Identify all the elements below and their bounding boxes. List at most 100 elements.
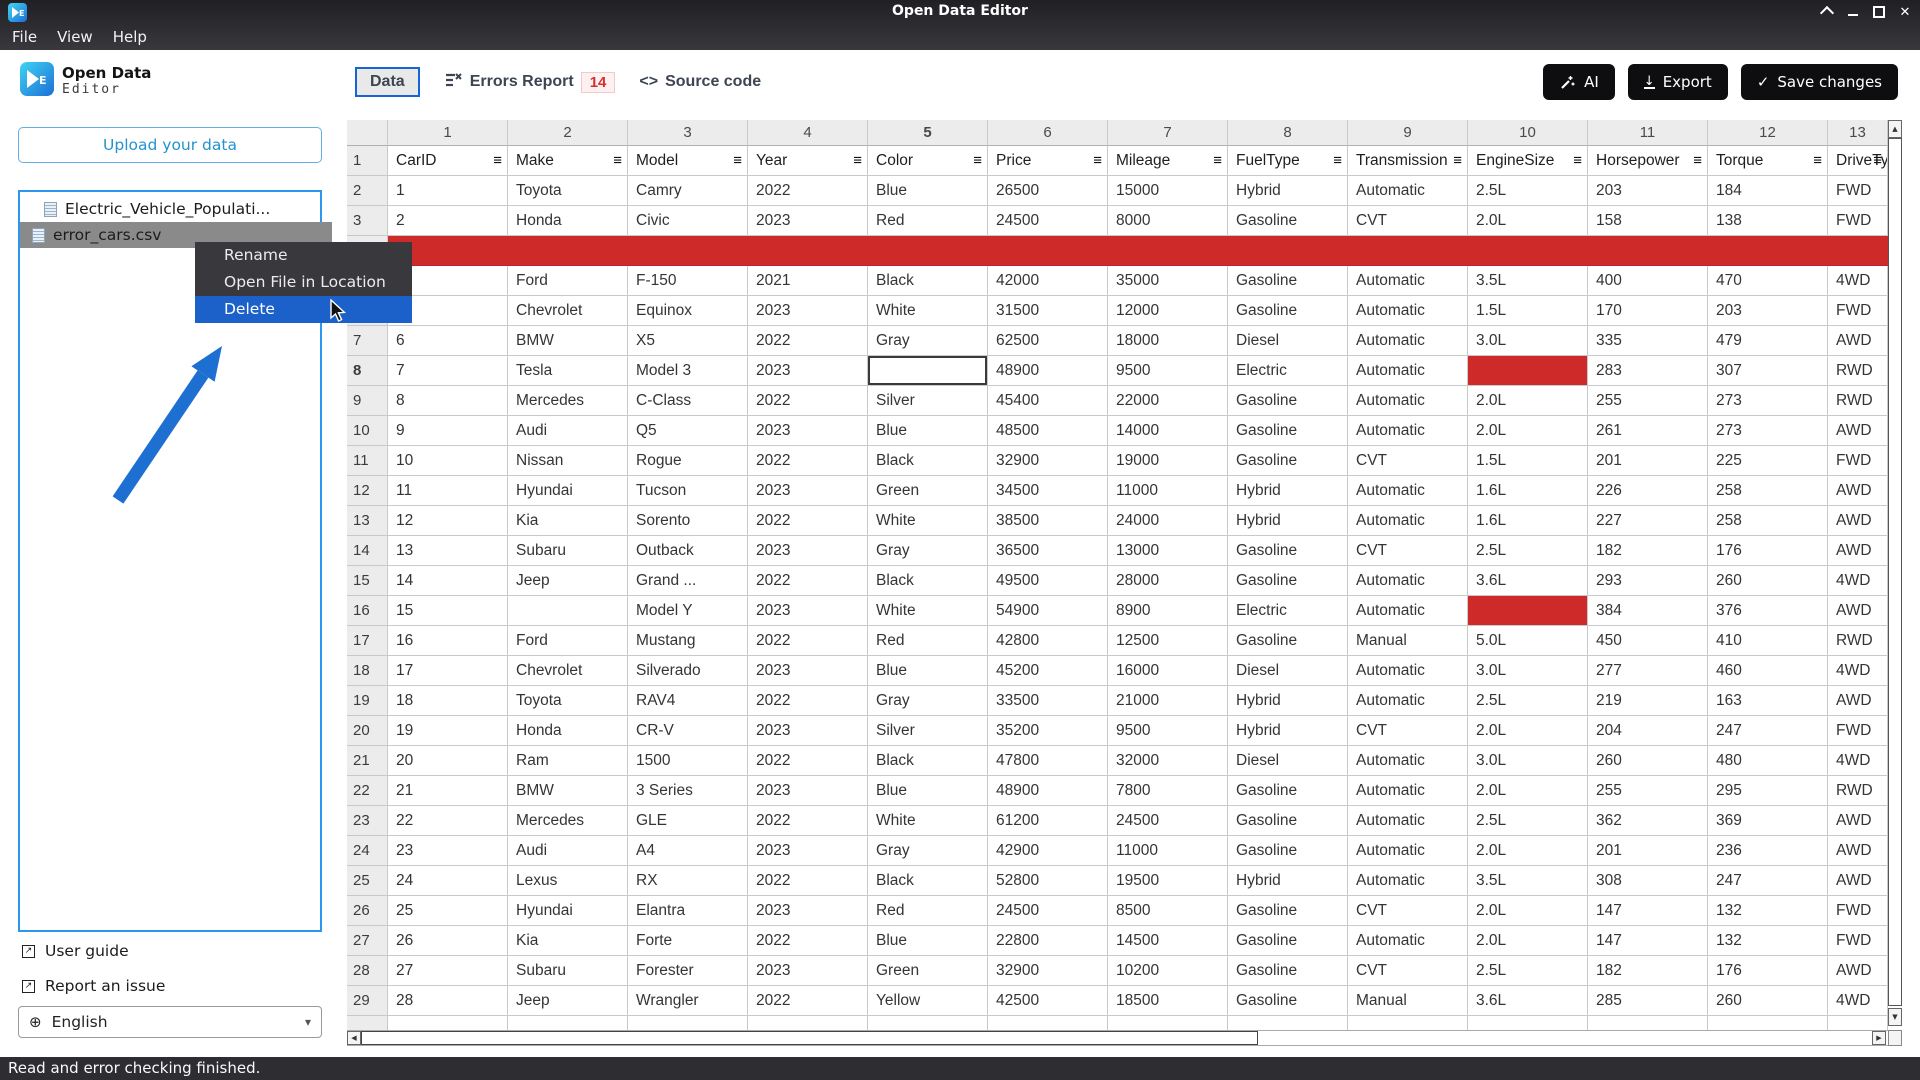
cell[interactable]: Hyundai	[508, 896, 628, 926]
cell[interactable]: RAV4	[628, 686, 748, 716]
cell[interactable]: 2022	[748, 626, 868, 656]
cell[interactable]: FWD	[1828, 206, 1888, 236]
cell[interactable]: 227	[1588, 506, 1708, 536]
column-menu-icon[interactable]: ≡	[853, 146, 862, 176]
cell[interactable]: Wrangler	[628, 986, 748, 1016]
cell[interactable]: 2023	[748, 656, 868, 686]
cell[interactable]: Automatic	[1348, 596, 1468, 626]
cell[interactable]: 4WD	[1828, 986, 1888, 1016]
cell[interactable]: 32900	[988, 956, 1108, 986]
cell[interactable]: 2023	[748, 596, 868, 626]
row-number[interactable]: 21	[347, 746, 388, 776]
row-number[interactable]: 24	[347, 836, 388, 866]
cell[interactable]: Jeep	[508, 566, 628, 596]
cell[interactable]: 2.5L	[1468, 956, 1588, 986]
cell[interactable]: 45200	[988, 656, 1108, 686]
cell[interactable]: Hybrid	[1228, 686, 1348, 716]
row-number[interactable]: 7	[347, 326, 388, 356]
cell[interactable]: Gasoline	[1228, 776, 1348, 806]
cell[interactable]: Ford	[508, 266, 628, 296]
column-number-5[interactable]: 5	[868, 120, 988, 146]
cell[interactable]	[1228, 1016, 1348, 1030]
row-number[interactable]: 29	[347, 986, 388, 1016]
cell[interactable]: Hybrid	[1228, 716, 1348, 746]
cell[interactable]: 2.5L	[1468, 176, 1588, 206]
cell[interactable]: Chevrolet	[508, 656, 628, 686]
cell[interactable]: GLE	[628, 806, 748, 836]
cell[interactable]: 22800	[988, 926, 1108, 956]
cell[interactable]: Automatic	[1348, 836, 1468, 866]
cell[interactable]: Gasoline	[1228, 806, 1348, 836]
cell[interactable]: CVT	[1348, 536, 1468, 566]
cell[interactable]: 2022	[748, 746, 868, 776]
cell[interactable]: Subaru	[508, 956, 628, 986]
cell[interactable]	[988, 236, 1108, 266]
cell[interactable]: 247	[1708, 716, 1828, 746]
cell[interactable]	[1828, 236, 1888, 266]
cell[interactable]: Silverado	[628, 656, 748, 686]
cell[interactable]: Gasoline	[1228, 416, 1348, 446]
cell[interactable]: 28	[388, 986, 508, 1016]
cell[interactable]: Manual	[1348, 986, 1468, 1016]
cell[interactable]: AWD	[1828, 596, 1888, 626]
cell[interactable]: 184	[1708, 176, 1828, 206]
cell[interactable]: A4	[628, 836, 748, 866]
cell[interactable]: 2022	[748, 926, 868, 956]
cell[interactable]: 16000	[1108, 656, 1228, 686]
cell[interactable]: Kia	[508, 506, 628, 536]
cell[interactable]: 9500	[1108, 716, 1228, 746]
cell[interactable]: 47800	[988, 746, 1108, 776]
cell[interactable]: 273	[1708, 386, 1828, 416]
cell[interactable]: 15000	[1108, 176, 1228, 206]
tab-data[interactable]: Data	[355, 67, 420, 97]
cell[interactable]: Hybrid	[1228, 176, 1348, 206]
cell[interactable]: 410	[1708, 626, 1828, 656]
cell[interactable]: Gray	[868, 836, 988, 866]
menu-item-file[interactable]: File	[2, 25, 47, 49]
cell[interactable]: 2022	[748, 986, 868, 1016]
cell[interactable]: 48500	[988, 416, 1108, 446]
cell[interactable]: Automatic	[1348, 296, 1468, 326]
cell[interactable]: CVT	[1348, 206, 1468, 236]
cell[interactable]: 2.0L	[1468, 716, 1588, 746]
cell[interactable]: 9500	[1108, 356, 1228, 386]
cell[interactable]: 295	[1708, 776, 1828, 806]
context-menu-item-open-file-in-location[interactable]: Open File in Location	[195, 269, 412, 296]
cell[interactable]: 2023	[748, 476, 868, 506]
cell[interactable]	[1468, 236, 1588, 266]
cell[interactable]: 8000	[1108, 206, 1228, 236]
cell[interactable]	[1348, 236, 1468, 266]
cell[interactable]: 31500	[988, 296, 1108, 326]
cell[interactable]: 2022	[748, 386, 868, 416]
cell[interactable]: Gasoline	[1228, 896, 1348, 926]
vertical-scrollbar[interactable]: ▲ ▼	[1888, 120, 1902, 1030]
cell[interactable]: Green	[868, 476, 988, 506]
cell[interactable]: 2022	[748, 176, 868, 206]
cell[interactable]	[748, 236, 868, 266]
cell[interactable]: 2023	[748, 206, 868, 236]
cell[interactable]: AWD	[1828, 836, 1888, 866]
cell[interactable]: 3 Series	[628, 776, 748, 806]
row-number[interactable]: 13	[347, 506, 388, 536]
cell[interactable]	[1468, 356, 1588, 386]
cell[interactable]: C-Class	[628, 386, 748, 416]
cell[interactable]: Blue	[868, 416, 988, 446]
row-number[interactable]: 27	[347, 926, 388, 956]
cell[interactable]: Blue	[868, 926, 988, 956]
cell[interactable]: 2023	[748, 536, 868, 566]
cell[interactable]: 201	[1588, 836, 1708, 866]
cell[interactable]: Gray	[868, 326, 988, 356]
cell[interactable]: 61200	[988, 806, 1108, 836]
cell[interactable]: Lexus	[508, 866, 628, 896]
cell[interactable]	[628, 1016, 748, 1030]
cell[interactable]: Camry	[628, 176, 748, 206]
tab-source-code[interactable]: <>Source code	[639, 73, 761, 91]
cell[interactable]: FWD	[1828, 716, 1888, 746]
cell[interactable]	[1708, 1016, 1828, 1030]
cell[interactable]: Gasoline	[1228, 956, 1348, 986]
cell[interactable]: Gasoline	[1228, 266, 1348, 296]
cell[interactable]: Diesel	[1228, 656, 1348, 686]
cell[interactable]	[988, 1016, 1108, 1030]
cell[interactable]: 203	[1588, 176, 1708, 206]
column-header-color[interactable]: Color≡	[868, 146, 988, 176]
